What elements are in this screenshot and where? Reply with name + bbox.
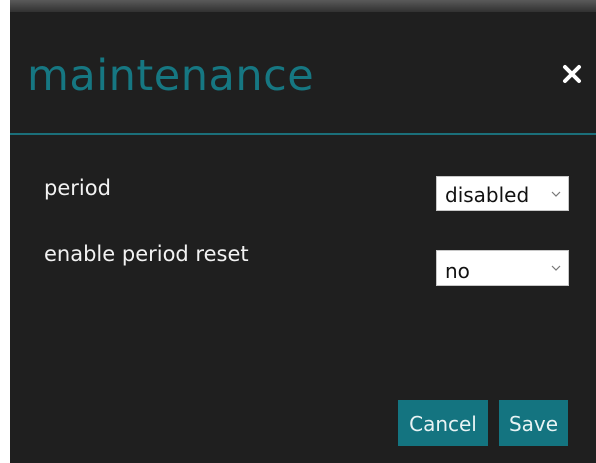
save-button[interactable]: Save	[499, 400, 568, 446]
chevron-down-icon	[551, 265, 561, 271]
cancel-button[interactable]: Cancel	[398, 400, 488, 446]
close-icon	[563, 65, 581, 83]
close-button[interactable]	[560, 62, 584, 86]
dialog-header: maintenance	[10, 12, 596, 135]
period-select[interactable]: disabled	[436, 176, 569, 211]
enable-period-reset-select[interactable]: no	[436, 250, 569, 286]
period-row: period disabled	[10, 172, 596, 212]
page: maintenance period disabled enable perio…	[0, 0, 596, 463]
period-selected-value: disabled	[445, 183, 530, 207]
period-label: period	[44, 176, 111, 200]
enable-period-reset-selected-value: no	[445, 259, 470, 283]
maintenance-dialog: maintenance period disabled enable perio…	[10, 12, 596, 463]
enable-period-reset-label: enable period reset	[44, 242, 249, 266]
chevron-down-icon	[551, 191, 561, 197]
dialog-title: maintenance	[27, 51, 315, 101]
enable-period-reset-row: enable period reset no	[10, 238, 596, 286]
